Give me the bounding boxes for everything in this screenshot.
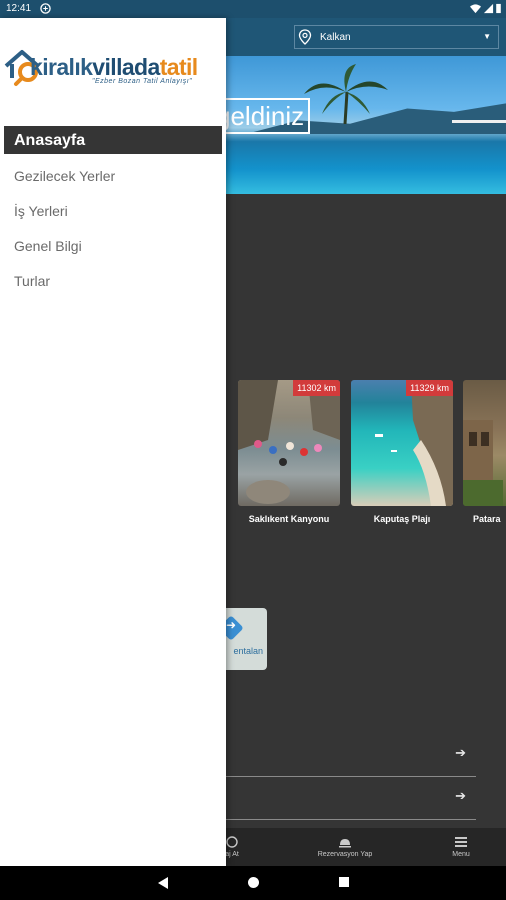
system-nav-bar: [0, 866, 506, 900]
distance-badge: 11329 km: [406, 380, 453, 396]
location-pin-icon: [298, 29, 312, 45]
app-logo: kiralıkvilladatatil "Ezber Bozan Tatil A…: [0, 40, 226, 110]
info-row-2[interactable]: ➔: [226, 776, 476, 820]
beach-image: [375, 380, 453, 506]
place-photo: 11302 km: [238, 380, 340, 506]
menu-item-general-info[interactable]: Genel Bilgi: [14, 238, 82, 254]
place-photo: 11329 km: [351, 380, 453, 506]
info-row-1[interactable]: ➔: [226, 733, 476, 777]
recents-icon[interactable]: [338, 876, 350, 888]
canyon-people-image: [238, 380, 340, 504]
status-bar: 12:41: [0, 0, 506, 18]
bottom-nav-label: aj At: [225, 851, 239, 858]
rental-category-tile[interactable]: entalan: [226, 608, 267, 670]
place-name: Patara: [473, 514, 501, 524]
whatsapp-icon: [226, 836, 238, 848]
logo-slogan: "Ezber Bozan Tatil Anlayışı": [92, 78, 193, 85]
notification-icon: [40, 3, 51, 14]
pool-edge: [452, 120, 506, 123]
place-name: Kaputaş Plajı: [373, 514, 431, 524]
chevron-down-icon: ▼: [483, 32, 491, 41]
back-icon[interactable]: [157, 876, 169, 890]
directions-icon: [226, 615, 244, 641]
location-value: Kalkan: [320, 32, 351, 43]
palm-tree-image: [304, 64, 388, 124]
place-photo: [463, 380, 506, 506]
signal-icon: [483, 3, 494, 14]
arrow-right-icon: ➔: [455, 788, 466, 803]
menu-item-places[interactable]: Gezilecek Yerler: [14, 168, 115, 184]
location-selector[interactable]: Kalkan ▼: [294, 25, 499, 49]
places-carousel[interactable]: 11302 km Saklıkent Kanyonu 11329 km Kapu…: [224, 380, 506, 540]
logo-wordmark: kiralıkvilladatatil: [30, 54, 198, 80]
bottom-nav-label: Menu: [452, 851, 470, 858]
arrow-right-icon: ➔: [455, 745, 466, 760]
menu-item-businesses[interactable]: İş Yerleri: [14, 203, 68, 219]
rental-tile-label: entalan: [233, 646, 263, 656]
menu-item-tours[interactable]: Turlar: [14, 273, 50, 289]
ruins-image: [463, 420, 503, 506]
battery-icon: [496, 3, 501, 14]
home-icon[interactable]: [247, 876, 260, 889]
distance-badge: 11302 km: [293, 380, 340, 396]
menu-item-home[interactable]: Anasayfa: [4, 126, 222, 154]
reception-bell-icon: [339, 839, 351, 848]
hamburger-icon: [455, 837, 467, 847]
place-name: Saklıkent Kanyonu: [248, 514, 330, 524]
bottom-nav-menu[interactable]: Menu: [446, 828, 476, 866]
wifi-icon: [470, 4, 481, 14]
navigation-drawer: kiralıkvilladatatil "Ezber Bozan Tatil A…: [0, 18, 226, 866]
bottom-nav-label: Rezervasyon Yap: [317, 851, 373, 858]
bottom-nav-reservation[interactable]: Rezervasyon Yap: [310, 828, 380, 866]
status-time: 12:41: [6, 3, 32, 14]
